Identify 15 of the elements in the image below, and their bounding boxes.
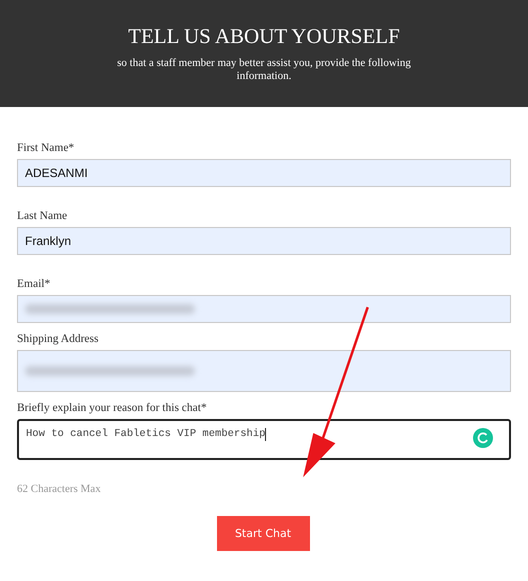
input-field[interactable] bbox=[17, 295, 511, 323]
field-label: First Name* bbox=[17, 142, 76, 154]
character-limit-hint: 62 Characters Max bbox=[17, 483, 102, 495]
page-subtitle: so that a staff member may better assist you, provide the following information. bbox=[116, 57, 412, 83]
input-field[interactable] bbox=[17, 350, 511, 392]
circle-icon[interactable] bbox=[473, 428, 493, 448]
field-label: Briefly explain your reason for this chat* bbox=[17, 402, 208, 414]
input-field[interactable]: ADESANMI bbox=[17, 159, 511, 187]
message-field[interactable]: How to cancel Fabletics VIP membership bbox=[17, 419, 511, 460]
field-label: Shipping Address bbox=[17, 333, 100, 345]
field-label: Last Name bbox=[17, 210, 68, 222]
page-title: TELL US ABOUT YOURSELF bbox=[127, 24, 401, 49]
start-chat-button[interactable]: Start Chat bbox=[216, 516, 310, 551]
input-field[interactable]: Franklyn bbox=[17, 227, 511, 255]
field-label: Email* bbox=[17, 278, 52, 290]
